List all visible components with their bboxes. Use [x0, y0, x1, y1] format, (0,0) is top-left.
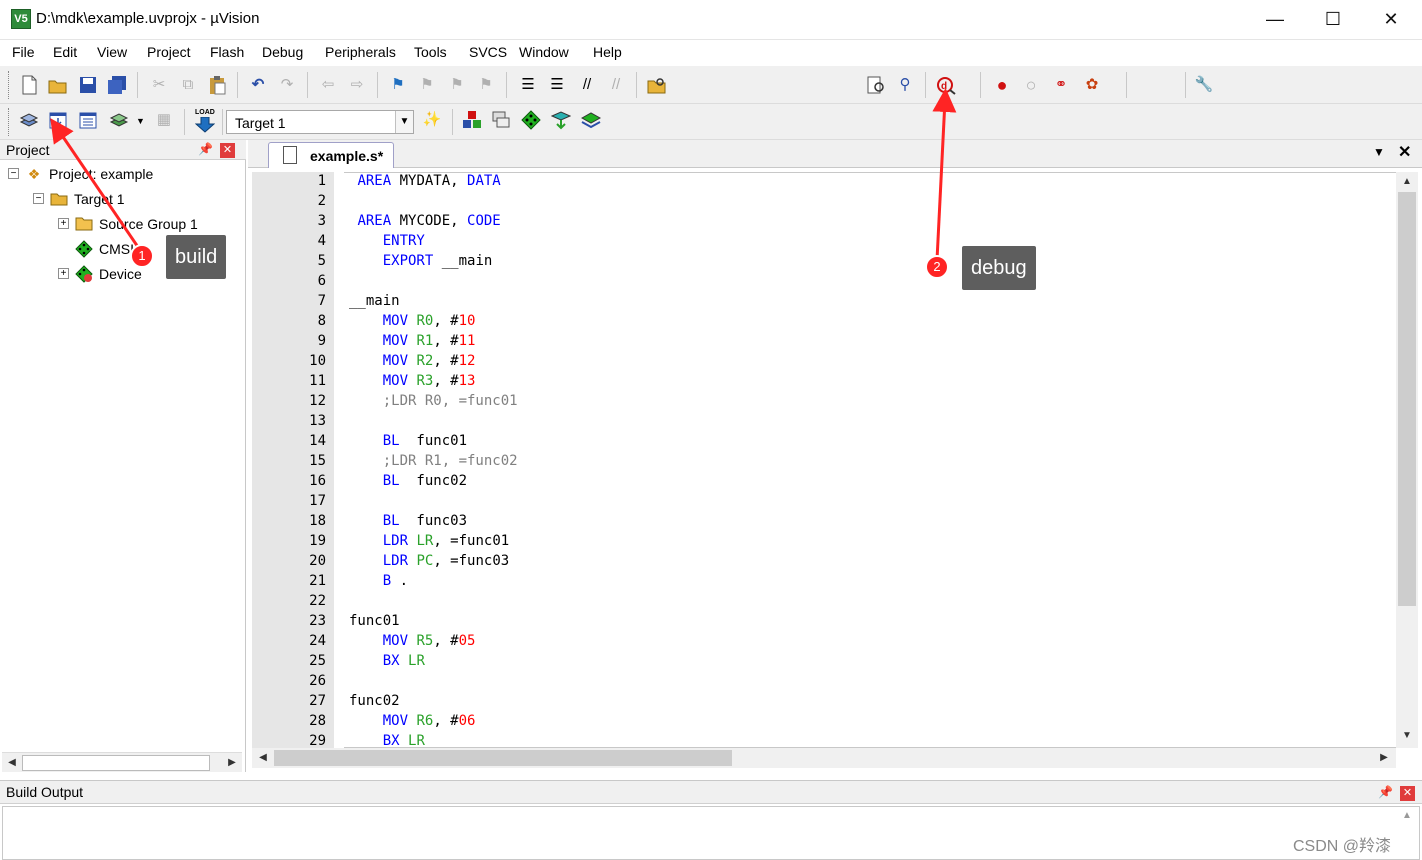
debug-annotation-badge: 2: [925, 255, 949, 279]
debug-annotation-label: debug: [962, 246, 1036, 290]
build-annotation-badge: 1: [130, 244, 154, 268]
build-annotation-label: build: [166, 235, 227, 279]
build-annotation-arrow: [50, 118, 142, 251]
annotation-arrows: [50, 88, 957, 261]
debug-annotation-arrow: [932, 88, 957, 261]
